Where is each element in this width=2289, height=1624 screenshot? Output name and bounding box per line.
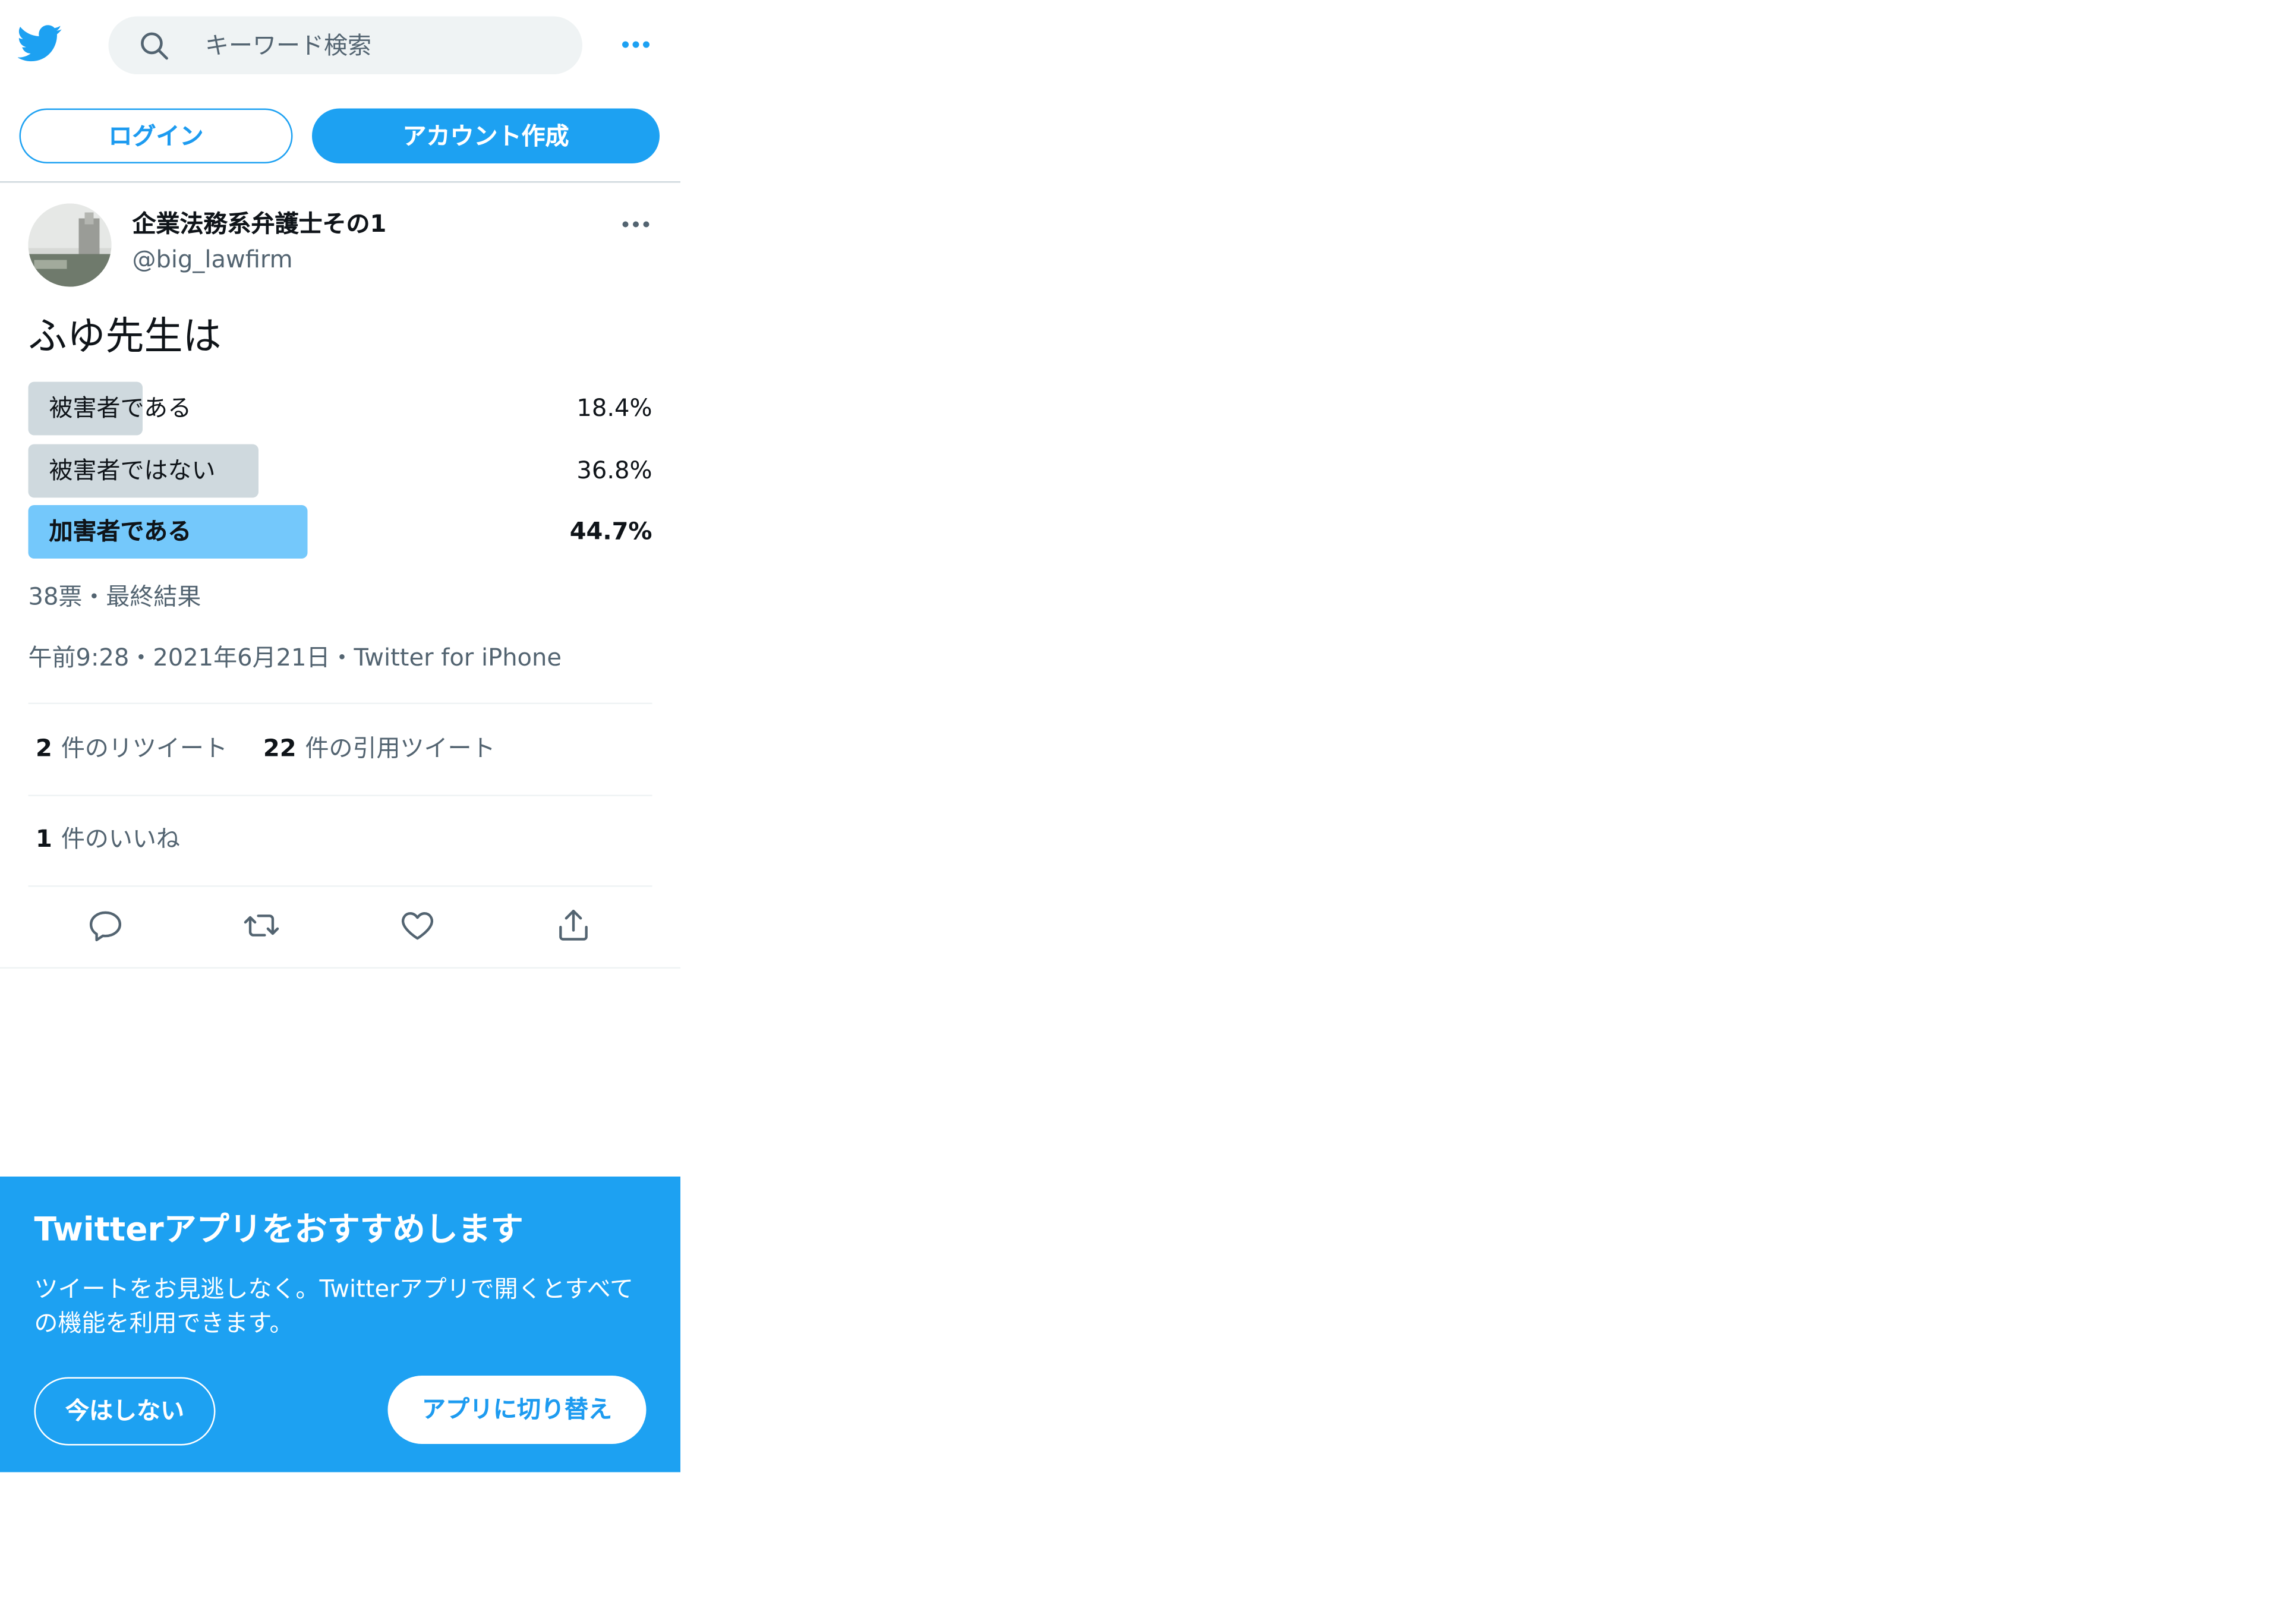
- poll-option-percent: 18.4%: [576, 393, 652, 422]
- search-placeholder: キーワード検索: [205, 31, 372, 60]
- header-divider: [0, 181, 680, 183]
- search-icon: [141, 32, 168, 60]
- retweet-icon[interactable]: [242, 906, 281, 945]
- banner-title: Twitterアプリをおすすめします: [34, 1212, 524, 1250]
- like-icon[interactable]: [398, 906, 437, 945]
- poll-option-winner: 加害者である 44.7%: [28, 505, 652, 559]
- poll-option-label: 被害者ではない: [49, 456, 216, 485]
- twitter-bird-icon[interactable]: [18, 21, 62, 65]
- poll-option: 被害者ではない 36.8%: [28, 444, 652, 498]
- share-icon[interactable]: [554, 906, 593, 945]
- poll-meta: 38票・最終結果: [28, 582, 201, 611]
- divider: [28, 794, 652, 796]
- tweet-more-icon[interactable]: [615, 207, 657, 242]
- more-dots-icon[interactable]: [615, 26, 657, 64]
- top-bar: キーワード検索: [0, 0, 680, 89]
- like-count[interactable]: 1: [36, 825, 52, 853]
- poll-option-label: 被害者である: [49, 393, 192, 422]
- poll-option-percent: 36.8%: [576, 456, 652, 485]
- poll-option: 被害者である 18.4%: [28, 381, 652, 436]
- share-stats: 2 件のリツイート 22 件の引用ツイート: [36, 733, 496, 765]
- like-label[interactable]: 件のいいね: [61, 825, 180, 853]
- avatar-photo-icon: [28, 203, 112, 287]
- signup-button[interactable]: アカウント作成: [312, 108, 660, 163]
- poll-option-label: 加害者である: [49, 517, 192, 545]
- tweet-timestamp[interactable]: 午前9:28・2021年6月21日・Twitter for iPhone: [29, 642, 562, 674]
- search-input[interactable]: キーワード検索: [108, 16, 582, 74]
- quote-label[interactable]: 件の引用ツイート: [305, 734, 496, 762]
- quote-count[interactable]: 22: [263, 734, 297, 762]
- login-button[interactable]: ログイン: [19, 108, 293, 163]
- retweet-count[interactable]: 2: [36, 734, 52, 762]
- banner-body: ツイートをお見逃しなく。Twitterアプリで開くとすべての機能を利用できます。: [34, 1275, 633, 1337]
- display-name[interactable]: 企業法務系弁護士その1: [133, 210, 387, 239]
- poll-option-percent: 44.7%: [569, 517, 652, 545]
- not-now-button[interactable]: 今はしない: [34, 1377, 216, 1446]
- app-promo-banner: Twitterアプリをおすすめします ツイートをお見逃しなく。Twitterアプ…: [0, 1177, 680, 1472]
- page: キーワード検索 ログイン アカウント作成 企業法務系弁護士その1 @big_la…: [0, 0, 2289, 1624]
- open-app-button[interactable]: アプリに切り替え: [387, 1376, 647, 1444]
- retweet-label[interactable]: 件のリツイート: [61, 734, 228, 762]
- avatar[interactable]: [28, 203, 112, 287]
- like-stats: 1 件のいいね: [36, 823, 180, 856]
- divider: [0, 967, 680, 969]
- reply-icon[interactable]: [86, 906, 125, 945]
- user-handle[interactable]: @big_lawfirm: [133, 245, 293, 275]
- tweet-text: ふゆ先生は: [28, 315, 222, 360]
- divider: [28, 702, 652, 704]
- divider: [28, 885, 652, 887]
